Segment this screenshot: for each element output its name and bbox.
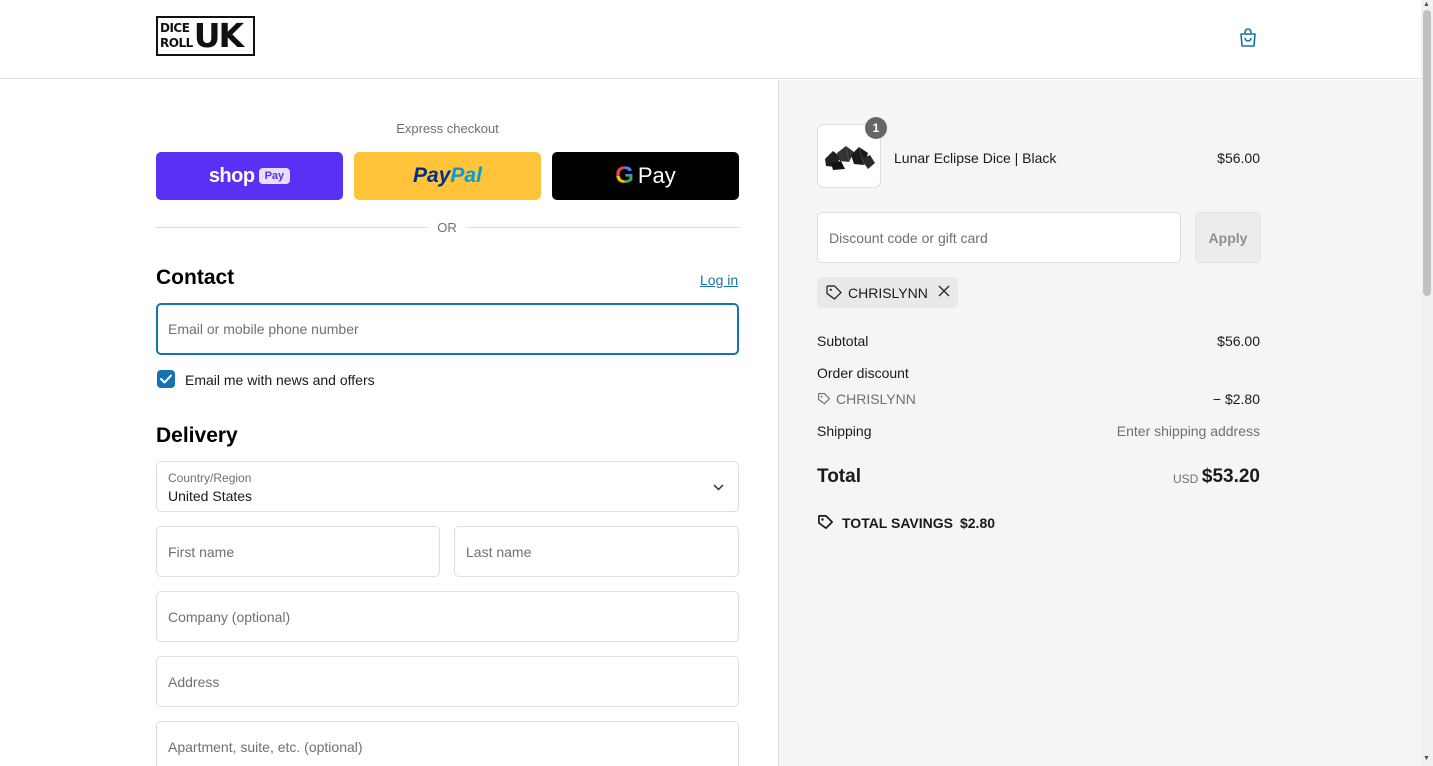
logo-bottom-line: ROLL [160,36,193,50]
scroll-up-icon[interactable]: ▲ [1423,1,1430,8]
google-pay-button[interactable]: G Pay [552,152,739,200]
total-value: $53.20 [1201,466,1260,487]
scrollbar-thumb[interactable] [1423,10,1431,296]
total-savings: TOTAL SAVINGS $2.80 [817,514,995,531]
header: DICE ROLL UK [0,0,1421,79]
tag-icon [826,284,842,300]
shop-pay-word: shop [208,164,255,187]
last-name-field[interactable] [454,526,739,577]
shop-pay-button[interactable]: shop Pay [156,152,343,200]
or-text: OR [427,220,467,235]
email-field[interactable] [156,303,739,355]
first-name-field[interactable] [156,526,440,577]
apply-button[interactable]: Apply [1195,212,1261,263]
order-discount-label: Order discount [817,365,909,381]
express-checkout-label: Express checkout [396,121,499,136]
product-name: Lunar Eclipse Dice | Black [894,150,1057,166]
google-g-icon: G [615,162,634,189]
dice-roll-uk-logo[interactable]: DICE ROLL UK [156,16,255,56]
dice-image [825,145,875,170]
remove-discount-icon[interactable] [938,284,950,302]
scroll-down-icon[interactable]: ▼ [1423,755,1430,762]
paypal-button[interactable]: Pay Pal [354,152,541,200]
savings-label: TOTAL SAVINGS [842,514,953,531]
discount-input[interactable] [829,229,1169,246]
subtotal-value: $56.00 [1217,333,1260,349]
news-checkbox-label[interactable]: Email me with news and offers [185,372,375,388]
order-discount-value: − $2.80 [1212,391,1260,407]
quantity-badge: 1 [865,117,887,139]
log-in-link[interactable]: Log in [700,272,738,288]
applied-discount-code: CHRISLYNN [848,284,928,301]
email-input[interactable] [168,321,727,337]
paypal-word-pal: Pal [450,164,482,187]
chevron-down-icon [713,480,724,494]
delivery-heading: Delivery [156,424,238,447]
tag-icon [817,392,831,405]
company-field[interactable] [156,591,739,642]
country-select[interactable]: Country/Region United States [156,461,739,512]
checkout-form: Express checkout shop Pay Pay Pal G Pay O… [0,80,778,766]
logo-text-stack: DICE ROLL [158,21,193,51]
order-discount-code-row: CHRISLYNN [817,391,916,407]
total-label: Total [817,466,861,487]
order-discount-code: CHRISLYNN [836,391,916,407]
logo-big-text: UK [193,16,244,55]
discount-field[interactable] [817,212,1181,263]
google-pay-word: Pay [637,163,676,188]
first-name-input[interactable] [168,543,428,560]
country-label: Country/Region [168,471,252,485]
address-input[interactable] [168,673,727,690]
order-summary: 1 Lunar Eclipse Dice | Black $56.00 Appl… [778,80,1421,766]
product-price: $56.00 [1217,150,1260,166]
logo-top-line: DICE [160,21,190,35]
page-scrollbar[interactable]: ▲ ▼ [1421,0,1433,766]
subtotal-label: Subtotal [817,333,869,349]
cart-icon[interactable] [1236,26,1260,50]
address-field[interactable] [156,656,739,707]
contact-heading: Contact [156,266,235,289]
apartment-field[interactable] [156,721,739,766]
news-checkbox[interactable] [157,370,175,388]
shop-pay-badge: Pay [258,168,291,184]
country-value: United States [168,488,253,504]
shipping-label: Shipping [817,423,872,439]
total-currency: USD [1173,472,1199,486]
applied-discount-chip: CHRISLYNN [817,277,958,308]
check-icon [160,374,172,384]
apartment-input[interactable] [168,738,727,755]
paypal-word-pay: Pay [413,164,451,187]
savings-value: $2.80 [959,514,996,531]
last-name-input[interactable] [466,543,727,560]
shipping-value: Enter shipping address [1116,423,1260,439]
savings-tag-icon [818,515,833,530]
company-input[interactable] [168,608,727,625]
